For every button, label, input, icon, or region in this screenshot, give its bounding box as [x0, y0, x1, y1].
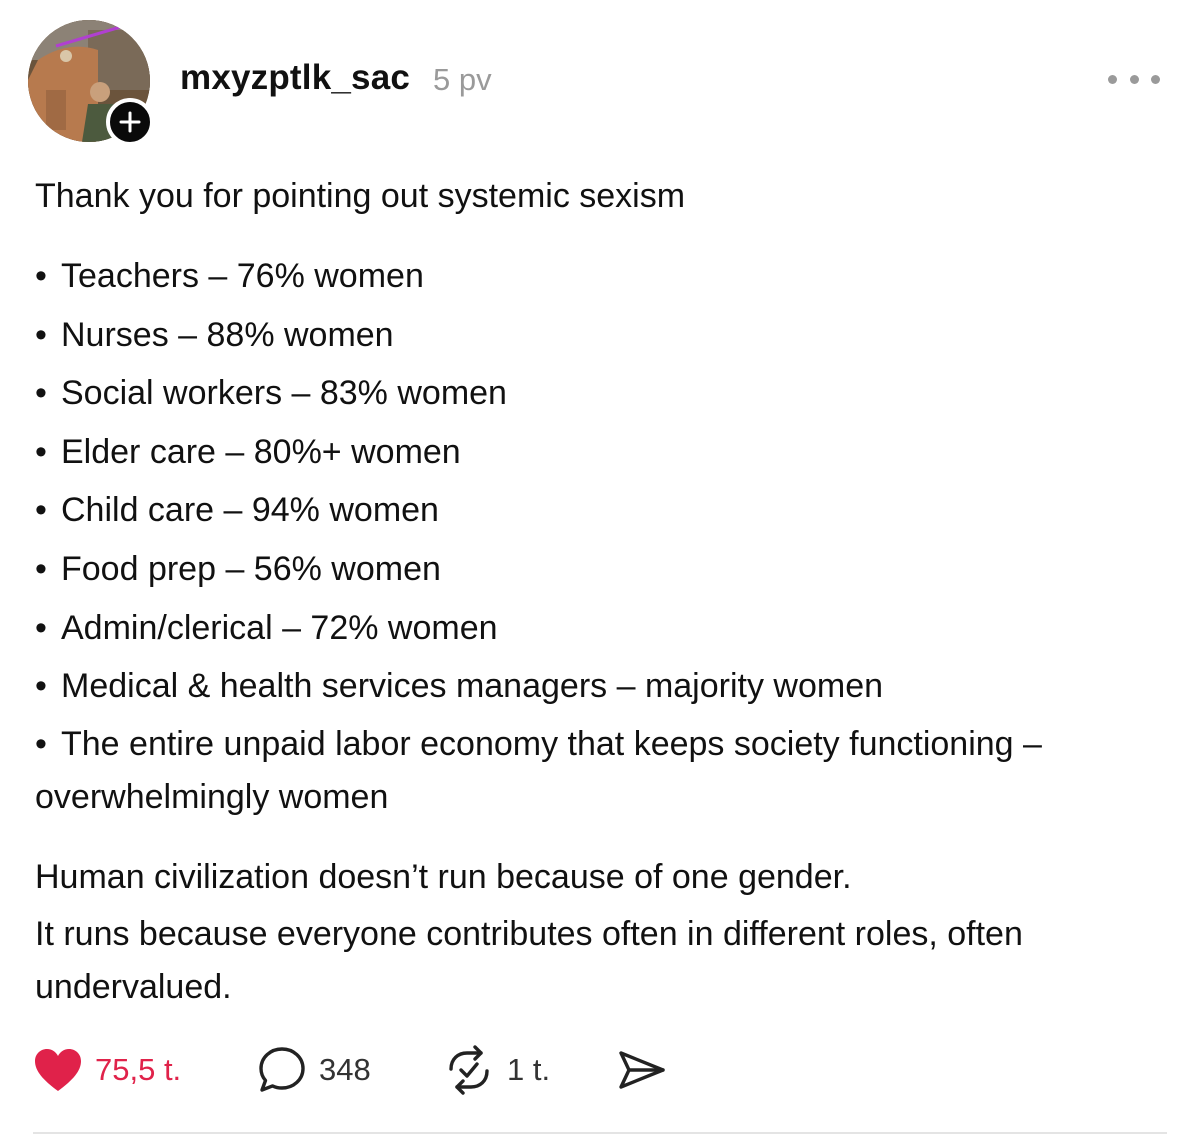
bullet-marker: •: [35, 549, 47, 588]
bullet-marker: •: [35, 257, 47, 295]
reply-count: 348: [319, 1052, 371, 1087]
repost-count: 1 t.: [507, 1052, 551, 1087]
list-item: • The entire unpaid labor economy that ke…: [35, 718, 1175, 824]
bullet-marker: •: [35, 315, 47, 354]
share-button[interactable]: [617, 1040, 667, 1100]
send-icon: [619, 1051, 665, 1089]
action-bar: 75,5 t. 348 1 t.: [33, 1040, 733, 1100]
list-item: • Food prep – 56% women: [35, 549, 441, 588]
bullet-marker: •: [35, 724, 47, 763]
bullet-marker: •: [35, 608, 47, 647]
bullet-marker: •: [35, 432, 47, 471]
post-intro: Thank you for pointing out systemic sexi…: [35, 177, 686, 215]
avatar-container[interactable]: [28, 20, 154, 146]
bullet-marker: •: [35, 491, 47, 530]
list-item: • Teachers – 76% women: [35, 257, 424, 295]
repost-icon: [449, 1045, 489, 1095]
like-button[interactable]: 75,5 t.: [33, 1040, 181, 1100]
bullet-marker: •: [35, 374, 47, 413]
heart-filled-icon: [35, 1049, 81, 1091]
list-item: • Nurses – 88% women: [35, 315, 394, 354]
list-item: • Elder care – 80%+ women: [35, 432, 461, 471]
like-count: 75,5 t.: [95, 1052, 182, 1087]
list-item: • Admin/clerical – 72% women: [35, 608, 498, 647]
reply-button[interactable]: 348: [257, 1040, 371, 1100]
post-outro-line1: Human civilization doesn’t run because o…: [35, 858, 852, 896]
post-card: mxyzptlk_sac 5 pv Thank you for pointing…: [0, 0, 1200, 1143]
post-divider: [33, 1132, 1167, 1134]
list-item: • Social workers – 83% women: [35, 374, 507, 413]
repost-button[interactable]: 1 t.: [443, 1040, 550, 1100]
list-item: • Child care – 94% women: [35, 491, 439, 530]
bullet-list: • Teachers – 76% women • Nurses – 88% wome…: [35, 256, 1175, 824]
username[interactable]: mxyzptlk_sac: [180, 58, 410, 98]
list-item: • Medical & health services managers – ma…: [35, 667, 884, 706]
plus-icon: [119, 111, 141, 133]
speech-bubble-icon: [259, 1047, 305, 1092]
bullet-marker: •: [35, 667, 47, 706]
follow-button[interactable]: [106, 98, 154, 146]
post-outro-line2: It runs because everyone contributes oft…: [35, 915, 1023, 1006]
post-timestamp: 5 pv: [433, 62, 492, 97]
more-options-button[interactable]: [1108, 64, 1160, 94]
more-dots-icon: [1108, 74, 1117, 84]
